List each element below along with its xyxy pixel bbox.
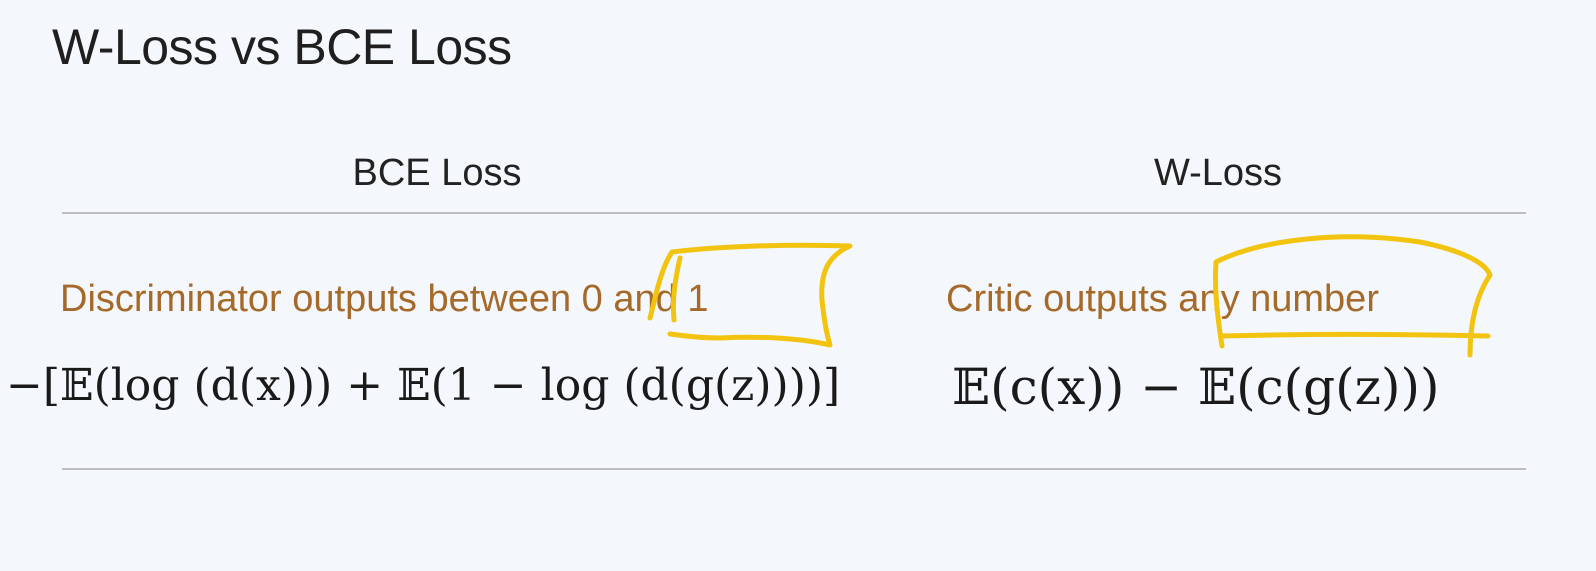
w-loss-description: Critic outputs any number <box>946 278 1379 320</box>
w-loss-formula: 𝔼(c(x)) − 𝔼(c(g(z))) <box>952 358 1440 416</box>
bce-description: Discriminator outputs between 0 and 1 <box>60 278 709 320</box>
bce-loss-header: BCE Loss <box>352 152 522 194</box>
slide: W-Loss vs BCE Loss BCE Loss W-Loss Discr… <box>0 0 1596 571</box>
w-loss-header: W-Loss <box>1153 152 1283 194</box>
bce-formula: −[𝔼(log (d(x))) + 𝔼(1 − log (d(g(z))))] <box>6 360 841 411</box>
bottom-divider <box>62 468 1526 470</box>
top-divider <box>62 212 1526 214</box>
slide-title: W-Loss vs BCE Loss <box>52 19 512 75</box>
